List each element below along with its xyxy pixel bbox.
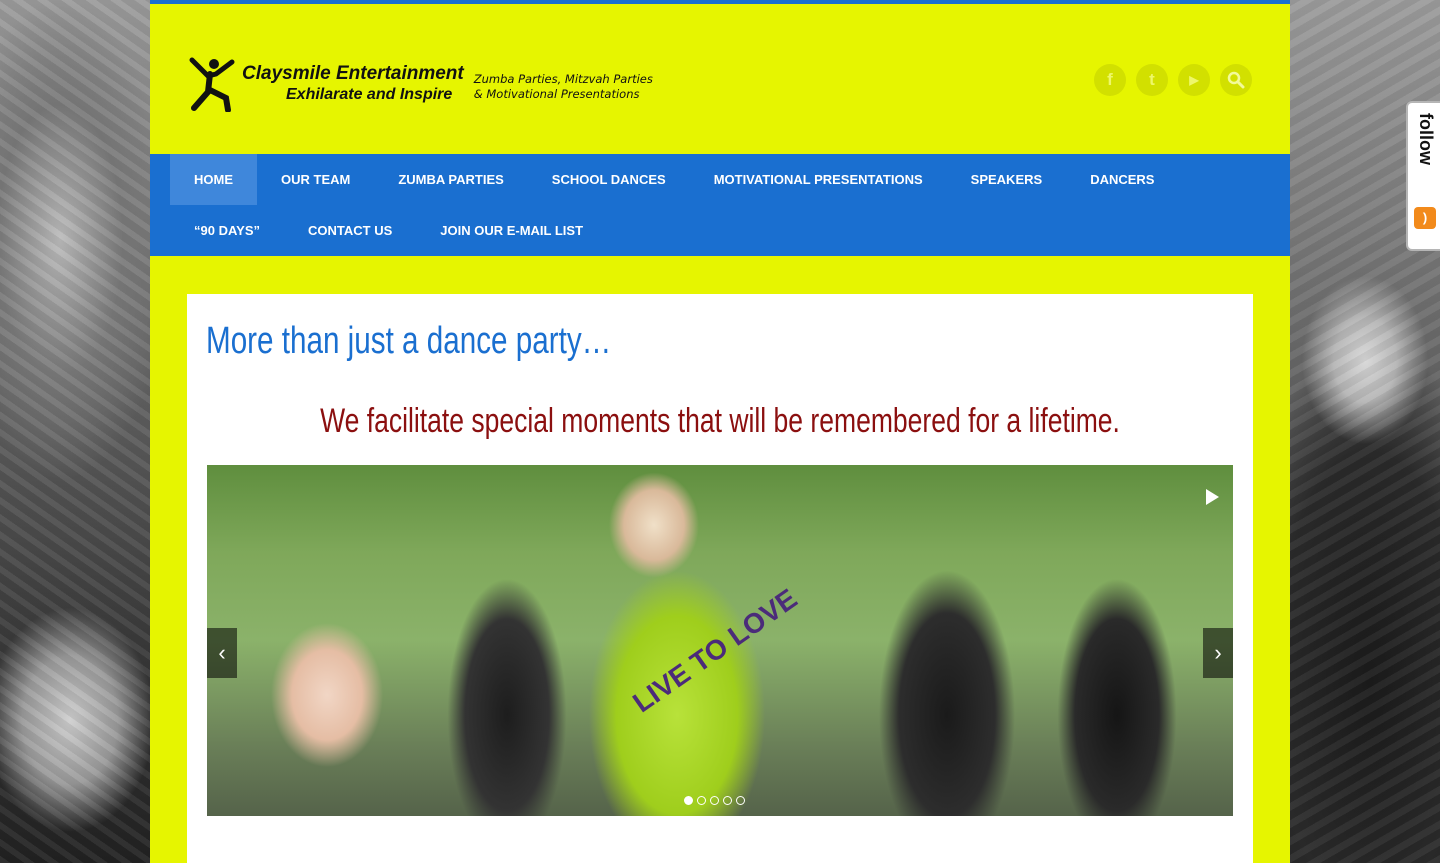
logo-company-name: Claysmile Entertainment: [242, 63, 464, 84]
logo-text: Claysmile Entertainment Exhilarate and I…: [242, 63, 464, 105]
site-logo[interactable]: Claysmile Entertainment Exhilarate and I…: [188, 56, 653, 112]
slider-dot[interactable]: [736, 796, 745, 805]
magnifier-icon: [1227, 71, 1245, 89]
page-tagline: We facilitate special moments that will …: [320, 402, 1120, 440]
nav-motivational-presentations[interactable]: MOTIVATIONAL PRESENTATIONS: [690, 154, 947, 205]
logo-services: Zumba Parties, Mitzvah Parties & Motivat…: [474, 72, 653, 102]
nav-speakers[interactable]: SPEAKERS: [947, 154, 1067, 205]
youtube-icon[interactable]: ▶: [1178, 64, 1210, 96]
slider-dot[interactable]: [710, 796, 719, 805]
slider-dot[interactable]: [723, 796, 732, 805]
logo-services-line1: Zumba Parties, Mitzvah Parties: [473, 72, 653, 86]
slider-dot[interactable]: [684, 796, 693, 805]
slide-shirt-text: LIVE TO LOVE: [627, 582, 803, 719]
rss-icon[interactable]: ): [1414, 207, 1436, 229]
image-slider[interactable]: LIVE TO LOVE ‹ ›: [207, 465, 1233, 816]
site-header: Claysmile Entertainment Exhilarate and I…: [150, 4, 1290, 154]
nav-school-dances[interactable]: SCHOOL DANCES: [528, 154, 690, 205]
facebook-icon[interactable]: f: [1094, 64, 1126, 96]
slider-next-button[interactable]: ›: [1203, 628, 1233, 678]
background-left-texture: [0, 0, 150, 863]
social-links: f t ▶: [1094, 64, 1252, 96]
nav-zumba-parties[interactable]: ZUMBA PARTIES: [374, 154, 527, 205]
slider-dot[interactable]: [697, 796, 706, 805]
follow-label: follow: [1416, 113, 1436, 165]
nav-our-team[interactable]: OUR TEAM: [257, 154, 374, 205]
dancer-logo-icon: [189, 57, 235, 112]
page-title: More than just a dance party…: [206, 320, 612, 362]
main-navigation: HOME OUR TEAM ZUMBA PARTIES SCHOOL DANCE…: [150, 154, 1290, 256]
follow-widget[interactable]: follow ): [1406, 101, 1440, 251]
slider-pagination: [684, 796, 745, 805]
logo-services-line2: & Motivational Presentations: [473, 87, 640, 101]
nav-90-days[interactable]: “90 DAYS”: [170, 205, 284, 256]
twitter-icon[interactable]: t: [1136, 64, 1168, 96]
slider-play-icon[interactable]: [1206, 489, 1219, 505]
page-container: Claysmile Entertainment Exhilarate and I…: [150, 0, 1290, 863]
main-content: More than just a dance party… We facilit…: [187, 294, 1253, 863]
nav-contact-us[interactable]: CONTACT US: [284, 205, 416, 256]
nav-dancers[interactable]: DANCERS: [1066, 154, 1178, 205]
slider-prev-button[interactable]: ‹: [207, 628, 237, 678]
logo-tagline: Exhilarate and Inspire: [286, 86, 453, 103]
nav-join-email-list[interactable]: JOIN OUR E-MAIL LIST: [416, 205, 607, 256]
search-icon[interactable]: [1220, 64, 1252, 96]
nav-home[interactable]: HOME: [170, 154, 257, 205]
